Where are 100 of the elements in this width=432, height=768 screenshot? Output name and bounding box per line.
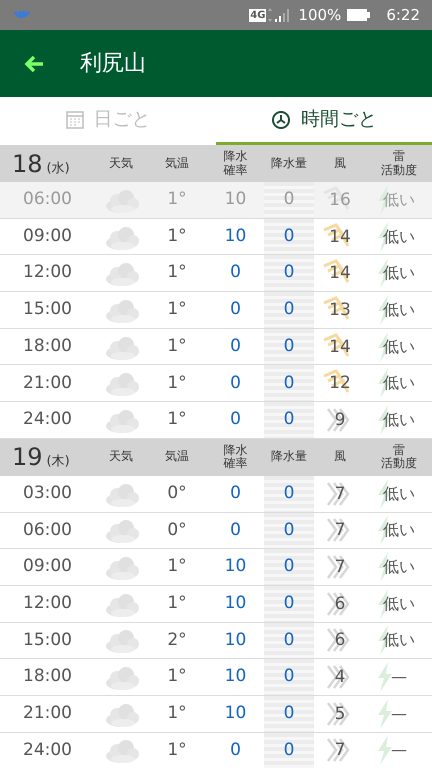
time-label: 06:00 (23, 518, 72, 542)
time-label: 18:00 (23, 665, 72, 688)
time-label: 12:00 (23, 592, 72, 615)
time-label: 15:00 (23, 298, 72, 322)
precip-amount: 0 (284, 334, 294, 358)
precip-amount: 0 (284, 702, 294, 726)
column-header: 降水 (224, 150, 248, 164)
temperature: 1° (167, 334, 187, 358)
precip-amount: 0 (284, 188, 294, 212)
wind-speed: 6 (334, 630, 346, 650)
column-header: 天気 (109, 156, 133, 170)
time-label: 09:00 (23, 224, 72, 248)
thunder-level: 低い (383, 336, 415, 357)
thunder-level: — (391, 704, 407, 724)
wind-speed: 5 (334, 704, 346, 724)
precip-probability: 0 (230, 298, 241, 322)
column-header: 降水量 (271, 450, 307, 464)
precip-probability: 10 (224, 224, 246, 248)
location-title: 利尻山 (80, 50, 146, 78)
precip-amount: 0 (284, 665, 294, 688)
column-header: 天気 (109, 450, 133, 464)
data-activity-icon (266, 8, 274, 22)
signal-icon (274, 7, 290, 23)
time-label: 06:00 (23, 188, 72, 212)
precip-amount: 0 (284, 592, 294, 615)
column-header: 確率 (224, 457, 248, 472)
precip-amount: 0 (284, 224, 294, 248)
thunder-level: 低い (383, 300, 415, 320)
wind-speed: 14 (329, 226, 351, 247)
wind-speed: 6 (334, 594, 346, 614)
thunder-level: 低い (383, 226, 415, 247)
wind-speed: 9 (334, 410, 346, 430)
precip-probability: 0 (230, 372, 241, 395)
calendar-icon (66, 110, 84, 129)
weekday-label: (水) (46, 160, 70, 178)
thunder-level: 低い (383, 484, 415, 504)
battery-icon (347, 9, 370, 21)
temperature: 2° (167, 628, 187, 652)
precip-probability: 0 (230, 738, 241, 762)
wind-speed: 7 (334, 520, 346, 540)
thunder-level: 低い (383, 263, 415, 284)
temperature: 1° (167, 372, 187, 395)
wind-speed: 7 (334, 557, 346, 578)
precip-amount: 0 (284, 518, 294, 542)
column-header: 降水量 (271, 156, 307, 170)
thunder-level: 低い (383, 520, 415, 540)
thunder-level: 低い (383, 190, 415, 210)
clock-time: 6:22 (386, 4, 420, 26)
day-number: 19 (12, 442, 43, 474)
time-label: 15:00 (23, 628, 72, 652)
time-label: 21:00 (23, 702, 72, 726)
precip-probability: 10 (224, 592, 246, 615)
column-header: 降水 (224, 444, 248, 457)
temperature: 0° (167, 482, 187, 505)
thunder-level: 低い (383, 630, 415, 650)
precip-probability: 10 (224, 665, 246, 688)
temperature: 1° (167, 408, 187, 432)
precip-probability: 10 (224, 555, 246, 578)
column-header: 気温 (165, 450, 189, 464)
column-header: 雷 (393, 150, 405, 164)
network-type-label: 4G (249, 8, 266, 22)
wind-speed: 7 (334, 740, 346, 760)
thunder-level: 低い (383, 373, 415, 394)
thunder-level: 低い (383, 410, 415, 430)
precip-amount: 0 (284, 261, 294, 284)
time-label: 18:00 (23, 334, 72, 358)
wind-speed: 13 (329, 300, 351, 320)
column-header: 活動度 (381, 164, 417, 178)
wind-speed: 4 (334, 667, 346, 688)
lightning-icon (375, 735, 393, 766)
clock-icon (271, 110, 291, 130)
time-label: 24:00 (23, 408, 72, 432)
time-label: 12:00 (23, 261, 72, 284)
temperature: 1° (167, 555, 187, 578)
temperature: 1° (167, 592, 187, 615)
precip-amount: 0 (284, 298, 294, 322)
precip-probability: 0 (230, 261, 241, 284)
wind-speed: 16 (329, 190, 351, 210)
lightning-icon (375, 662, 393, 692)
battery-percent: 100% (298, 4, 342, 26)
temperature: 1° (167, 261, 187, 284)
wind-speed: 7 (334, 484, 346, 504)
precip-probability: 0 (230, 482, 241, 505)
precip-amount: 0 (284, 408, 294, 432)
lightning-icon (375, 698, 393, 729)
time-label: 09:00 (23, 555, 72, 578)
column-header: 風 (334, 450, 346, 464)
precip-amount: 0 (284, 482, 294, 505)
temperature: 1° (167, 665, 187, 688)
precip-probability: 0 (230, 408, 241, 432)
temperature: 1° (167, 702, 187, 726)
weekday-label: (木) (46, 453, 70, 472)
time-label: 24:00 (23, 738, 72, 762)
thunder-level: — (391, 740, 407, 760)
time-label: 03:00 (23, 482, 72, 505)
precip-amount: 0 (284, 738, 294, 762)
precip-probability: 10 (224, 188, 246, 212)
temperature: 1° (167, 224, 187, 248)
time-label: 21:00 (23, 372, 72, 395)
column-header: 活動度 (381, 457, 417, 472)
